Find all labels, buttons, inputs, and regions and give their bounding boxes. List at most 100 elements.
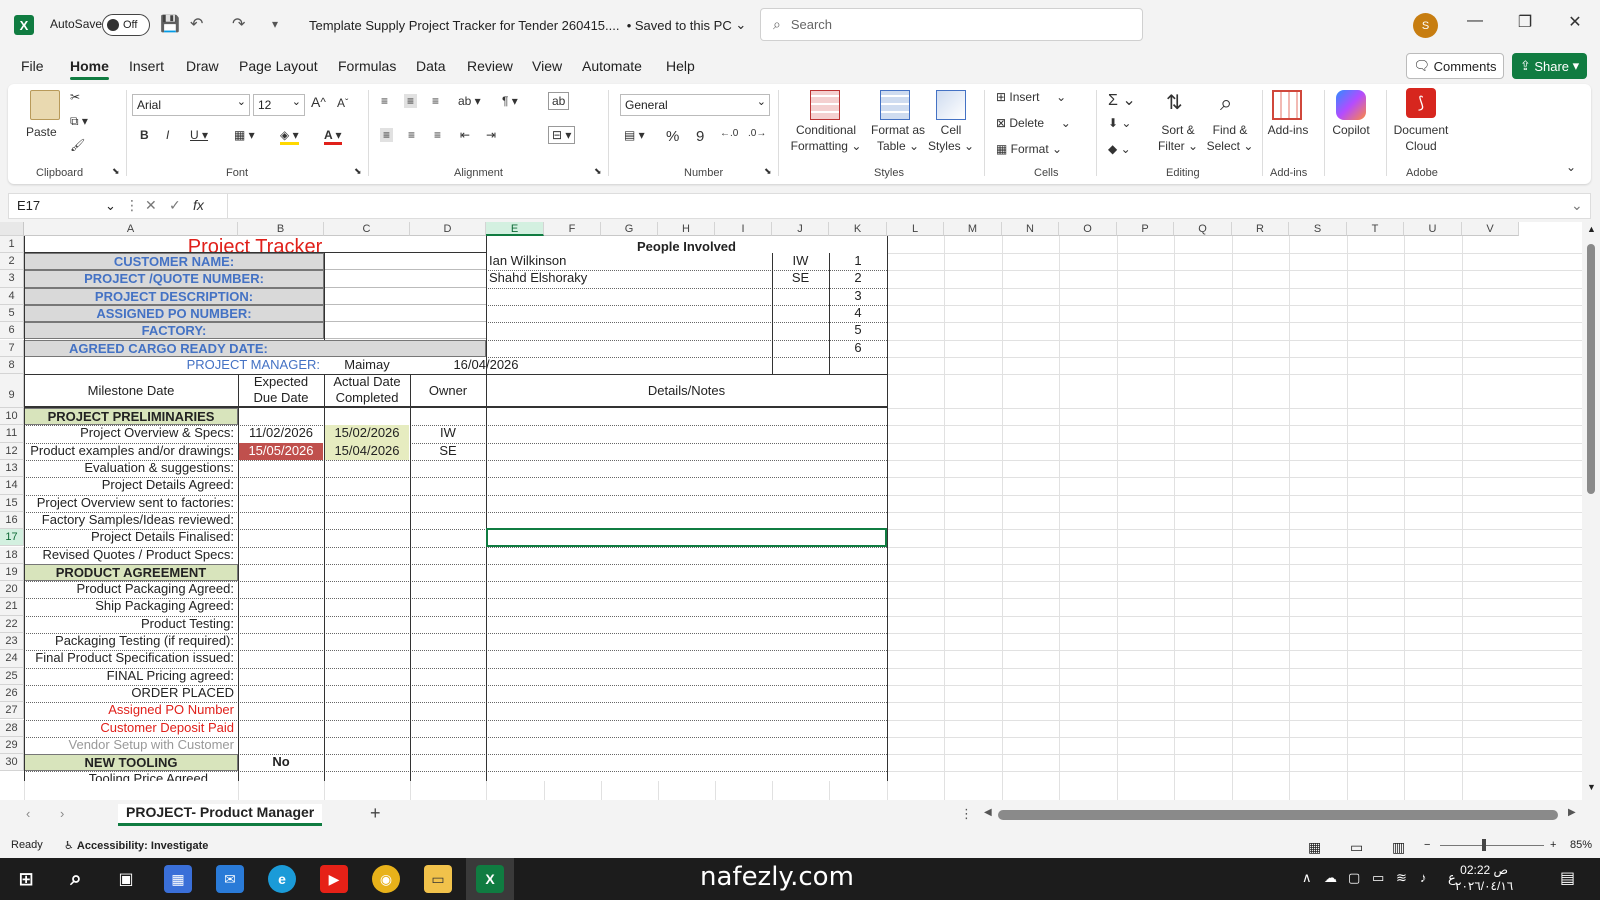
row-header-13[interactable]: 13 — [0, 460, 24, 478]
form-input-cell[interactable] — [324, 270, 486, 288]
owner-cell[interactable] — [410, 616, 486, 633]
owner-cell[interactable] — [410, 754, 486, 771]
zoom-out-icon[interactable]: − — [1424, 839, 1430, 851]
column-header-k[interactable]: K — [829, 222, 887, 236]
row-header-4[interactable]: 4 — [0, 287, 24, 305]
merge-center-icon[interactable]: ⊟ ▾ — [548, 126, 576, 144]
document-cloud-button[interactable]: Document Cloud — [1388, 122, 1454, 154]
comma-style-icon[interactable]: 9 — [696, 128, 704, 145]
tab-formulas[interactable]: Formulas — [338, 58, 396, 74]
collapse-ribbon-icon[interactable]: ⌄ — [1566, 160, 1576, 174]
expected-due-cell[interactable] — [239, 547, 323, 564]
zoom-slider-thumb[interactable] — [1482, 839, 1486, 851]
prev-sheet-icon[interactable]: ‹ — [26, 806, 30, 821]
row-header-11[interactable]: 11 — [0, 425, 24, 443]
orientation-icon[interactable]: ab ▾ — [458, 94, 481, 108]
next-sheet-icon[interactable]: › — [60, 806, 64, 821]
decrease-indent-icon[interactable]: ⇤ — [460, 128, 470, 142]
select-all-corner[interactable] — [0, 222, 24, 236]
add-sheet-button[interactable]: + — [370, 803, 381, 824]
actual-date-cell[interactable] — [325, 616, 409, 633]
row-header-26[interactable]: 26 — [0, 684, 24, 703]
enter-icon[interactable]: ✓ — [169, 197, 181, 214]
column-header-j[interactable]: J — [772, 222, 829, 236]
person-name[interactable] — [489, 305, 775, 322]
row-header-5[interactable]: 5 — [0, 304, 24, 323]
actual-date-cell[interactable] — [325, 495, 409, 512]
avatar[interactable]: S — [1413, 13, 1438, 38]
align-center-icon[interactable]: ≡ — [408, 128, 415, 142]
align-top-icon[interactable]: ≡ — [381, 94, 388, 108]
actual-date-cell[interactable] — [325, 477, 409, 494]
manager-name[interactable]: Maimay — [324, 357, 410, 374]
formula-input[interactable] — [235, 198, 1555, 214]
find-select-icon[interactable]: ⌕ — [1220, 90, 1232, 116]
actual-date-cell[interactable]: 15/02/2026 — [325, 425, 409, 443]
form-input-cell[interactable] — [324, 288, 486, 305]
align-left-icon[interactable]: ≡ — [380, 128, 394, 142]
share-button[interactable]: ⇪ Share ▾ — [1512, 53, 1587, 79]
row-header-12[interactable]: 12 — [0, 442, 24, 460]
wrap-text-icon[interactable]: ab — [548, 92, 570, 110]
zoom-level[interactable]: 85% — [1570, 839, 1592, 851]
person-initials[interactable]: SE — [772, 270, 829, 287]
tab-home[interactable]: Home — [70, 58, 109, 80]
row-header-19[interactable]: 19 — [0, 563, 24, 582]
comments-button[interactable]: 🗨 Comments — [1406, 53, 1504, 79]
owner-cell[interactable] — [410, 737, 486, 754]
maximize-icon[interactable]: ❐ — [1512, 12, 1538, 32]
form-input-cell[interactable] — [324, 305, 486, 323]
copilot-button[interactable]: Copilot — [1326, 122, 1376, 138]
expected-due-cell[interactable] — [239, 668, 323, 685]
person-initials[interactable] — [772, 340, 829, 357]
expected-due-cell[interactable] — [239, 529, 323, 546]
person-name[interactable]: Ian Wilkinson — [489, 253, 775, 270]
column-header-i[interactable]: I — [715, 222, 772, 236]
owner-cell[interactable] — [410, 633, 486, 650]
taskbar-search-icon[interactable]: ⌕ — [62, 865, 90, 893]
owner-cell[interactable] — [410, 460, 486, 477]
person-initials[interactable] — [772, 322, 829, 339]
redo-icon[interactable]: ↷ — [232, 14, 245, 34]
actual-date-cell[interactable] — [325, 668, 409, 685]
owner-cell[interactable]: IW — [410, 425, 486, 442]
cell-styles-icon[interactable] — [936, 90, 966, 120]
zoom-slider[interactable] — [1440, 845, 1544, 846]
column-header-h[interactable]: H — [658, 222, 715, 236]
column-header-e[interactable]: E — [486, 222, 544, 236]
column-header-n[interactable]: N — [1002, 222, 1059, 236]
vertical-scroll-thumb[interactable] — [1587, 244, 1595, 494]
column-header-m[interactable]: M — [944, 222, 1002, 236]
row-header-9[interactable]: 9 — [0, 374, 24, 409]
column-header-v[interactable]: V — [1462, 222, 1519, 236]
column-header-g[interactable]: G — [601, 222, 658, 236]
conditional-formatting-icon[interactable] — [810, 90, 840, 120]
number-launcher-icon[interactable]: ⬊ — [764, 166, 772, 177]
borders-icon[interactable]: ▦ ▾ — [234, 128, 255, 142]
decrease-decimal-icon[interactable]: .0→ — [748, 128, 766, 139]
row-header-17[interactable]: 17 — [0, 529, 24, 547]
normal-view-icon[interactable]: ▦ — [1308, 839, 1321, 856]
owner-cell[interactable] — [410, 650, 486, 667]
tab-view[interactable]: View — [532, 58, 562, 74]
sheet-tab-active[interactable]: PROJECT- Product Manager — [118, 804, 323, 826]
insert-cells-button[interactable]: ⊞ Insert ⌄ — [996, 90, 1066, 104]
actual-date-cell[interactable] — [325, 633, 409, 650]
italic-icon[interactable]: I — [166, 128, 169, 142]
owner-cell[interactable] — [410, 495, 486, 512]
expand-formula-icon[interactable]: ⌄ — [1571, 197, 1583, 214]
person-name[interactable] — [489, 340, 775, 357]
sort-filter-button[interactable]: Sort & Filter ⌄ — [1156, 122, 1200, 154]
row-header-6[interactable]: 6 — [0, 322, 24, 340]
row-header-29[interactable]: 29 — [0, 736, 24, 755]
person-initials[interactable] — [772, 305, 829, 322]
row-header-18[interactable]: 18 — [0, 546, 24, 564]
onedrive-icon[interactable]: ☁ — [1324, 870, 1337, 886]
autosum-icon[interactable]: Σ ⌄ — [1108, 90, 1136, 110]
underline-icon[interactable]: U ▾ — [190, 128, 208, 142]
font-color-icon[interactable]: A ▾ — [324, 128, 342, 145]
increase-decimal-icon[interactable]: ←.0 — [720, 128, 738, 139]
font-name-select[interactable]: Arial — [132, 94, 250, 116]
column-header-u[interactable]: U — [1404, 222, 1462, 236]
decrease-font-icon[interactable]: Aˇ — [337, 96, 348, 110]
